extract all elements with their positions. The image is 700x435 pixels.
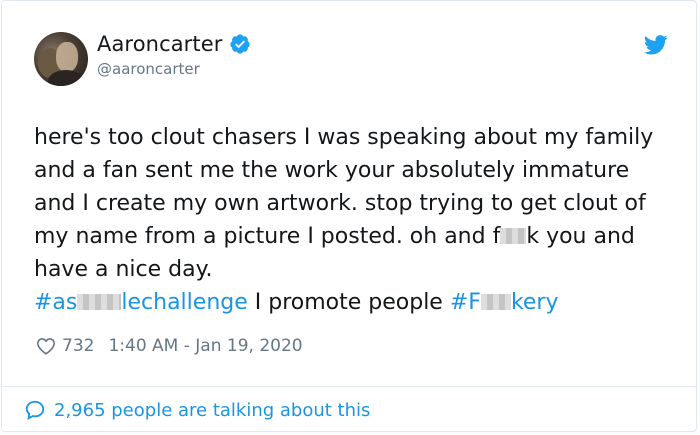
tweet-text: here's too clout chasers I was speaking … <box>34 121 674 319</box>
user-handle[interactable]: @aaroncarter <box>97 60 200 78</box>
censor-blur <box>77 294 122 310</box>
speech-bubble-icon <box>25 400 45 420</box>
hashtag-1-end: lechallenge <box>121 290 248 315</box>
hashtag-link-1[interactable]: #as lechallenge <box>34 290 248 315</box>
divider <box>2 386 696 387</box>
tweet-card: Aaroncarter @aaroncarter here's too clou… <box>1 0 697 432</box>
avatar-shirt-shape <box>48 70 84 86</box>
conversation-link[interactable]: 2,965 people are talking about this <box>24 399 370 421</box>
conversation-count-text[interactable]: 2,965 people are talking about this <box>54 400 370 421</box>
verified-badge-icon <box>229 34 250 54</box>
hashtag-link-2[interactable]: #F kery <box>450 290 559 315</box>
tweet-timestamp[interactable]: 1:40 AM - Jan 19, 2020 <box>108 336 302 356</box>
avatar-face-shape <box>56 42 78 72</box>
twitter-bird-icon[interactable] <box>644 35 668 55</box>
display-name[interactable]: Aaroncarter <box>97 32 223 56</box>
censor-blur <box>500 228 527 244</box>
like-count[interactable]: 732 <box>62 336 94 356</box>
hashtag-2-start: #F <box>449 290 481 315</box>
avatar[interactable] <box>34 32 88 86</box>
tweet-meta-row: 732 1:40 AM - Jan 19, 2020 <box>36 336 303 356</box>
hashtag-1-start: #as <box>34 290 78 315</box>
author-name-row[interactable]: Aaroncarter <box>97 32 251 56</box>
censor-blur <box>480 294 511 310</box>
hashtag-2-end: kery <box>510 290 559 315</box>
tweet-text-part-3: I promote people <box>247 290 450 315</box>
heart-icon[interactable] <box>36 337 56 355</box>
